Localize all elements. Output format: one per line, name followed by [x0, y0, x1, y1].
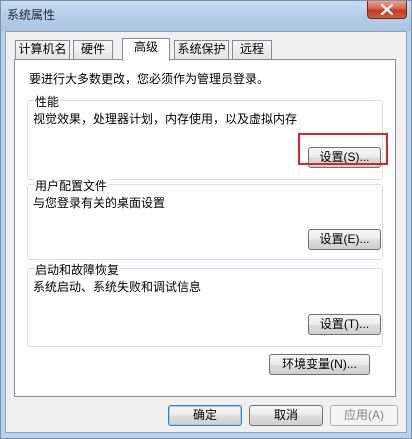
performance-description: 视觉效果，处理器计划，内存使用，以及虚拟内存 — [33, 112, 298, 126]
cancel-button[interactable]: 取消 — [249, 405, 323, 426]
admin-notice: 要进行大多数更改，您必须作为管理员登录。 — [29, 72, 270, 86]
environment-variables-button[interactable]: 环境变量(N)... — [269, 354, 370, 375]
user-profiles-group: 用户配置文件 与您登录有关的桌面设置 设置(E)... — [27, 177, 383, 260]
window-title: 系统属性 — [7, 8, 56, 22]
user-profiles-group-label: 用户配置文件 — [34, 177, 109, 194]
user-profiles-description: 与您登录有关的桌面设置 — [33, 196, 166, 210]
title-bar[interactable]: 系统属性 — [1, 1, 411, 31]
ok-button[interactable]: 确定 — [168, 405, 242, 426]
close-button[interactable] — [367, 1, 407, 19]
tab-hardware[interactable]: 硬件 — [73, 40, 113, 59]
startup-recovery-settings-button[interactable]: 设置(T)... — [308, 314, 381, 335]
apply-button[interactable]: 应用(A) — [330, 405, 398, 426]
dialog-client-area: 计算机名 硬件 高级 系统保护 远程 要进行大多数更改，您必须作为管理员登录。 … — [5, 31, 407, 433]
advanced-tab-panel: 要进行大多数更改，您必须作为管理员登录。 性能 视觉效果，处理器计划，内存使用，… — [14, 59, 396, 397]
tab-advanced[interactable]: 高级 — [122, 38, 170, 61]
tab-system-protection[interactable]: 系统保护 — [174, 40, 229, 59]
user-profiles-settings-button[interactable]: 设置(E)... — [308, 229, 381, 250]
close-icon — [381, 4, 393, 15]
startup-recovery-group: 启动和故障恢复 系统启动、系统失败和调试信息 设置(T)... — [27, 261, 383, 347]
tab-remote[interactable]: 远程 — [232, 40, 272, 59]
startup-recovery-description: 系统启动、系统失败和调试信息 — [33, 280, 202, 294]
performance-group-label: 性能 — [34, 93, 61, 110]
system-properties-window: 系统属性 计算机名 硬件 高级 系统保护 远程 要进行大多数更改，您必须作为管理… — [0, 0, 412, 439]
highlight-box — [298, 133, 388, 165]
startup-recovery-group-label: 启动和故障恢复 — [34, 261, 121, 278]
tab-computer-name[interactable]: 计算机名 — [15, 40, 70, 59]
